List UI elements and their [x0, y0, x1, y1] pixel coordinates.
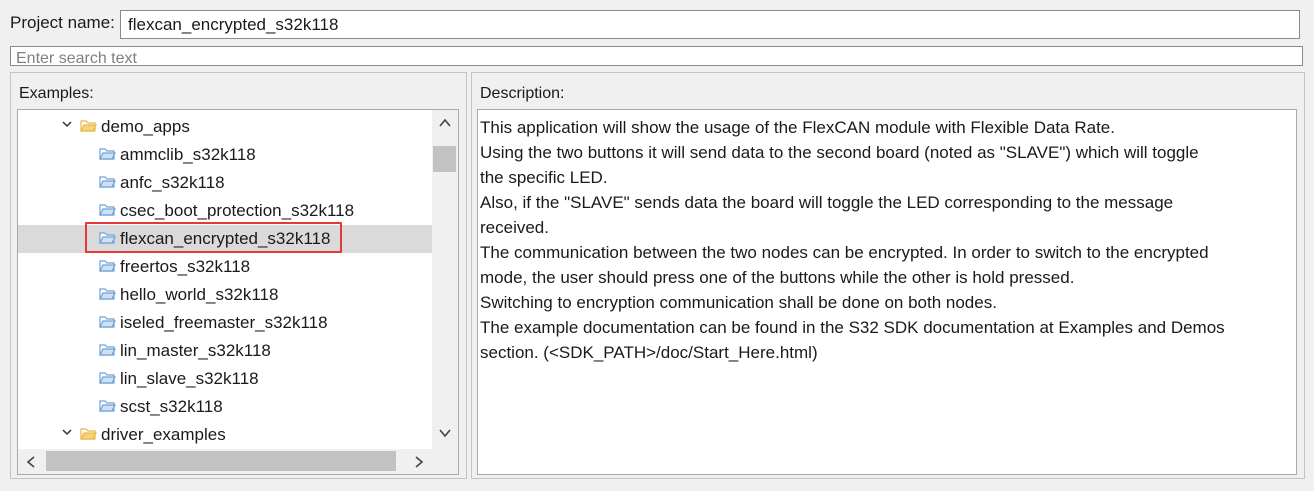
tree-folder-demo_apps[interactable]: demo_apps [18, 113, 433, 141]
project-name-input[interactable]: flexcan_encrypted_s32k118 [120, 10, 1300, 39]
open-folder-icon [80, 428, 97, 440]
tree-item-label: demo_apps [101, 117, 190, 136]
tree-item-label: anfc_s32k118 [120, 173, 225, 192]
tree-item-label: iseled_freemaster_s32k118 [120, 313, 328, 332]
project-folder-icon [99, 204, 116, 216]
selection-highlight-box [85, 222, 342, 253]
scroll-up-icon[interactable] [439, 118, 451, 128]
tree-item-iseled_freemaster_s32k118[interactable]: iseled_freemaster_s32k118 [18, 309, 433, 337]
open-folder-icon [80, 120, 97, 132]
tree-item-anfc_s32k118[interactable]: anfc_s32k118 [18, 169, 433, 197]
tree-item-label: driver_examples [101, 425, 226, 444]
description-line: The example documentation can be found i… [480, 318, 1225, 337]
description-line: section. (<SDK_PATH>/doc/Start_Here.html… [480, 343, 818, 362]
tree-item-label: ammclib_s32k118 [120, 145, 256, 164]
description-text-area[interactable]: This application will show the usage of … [477, 109, 1297, 475]
tree-item-ammclib_s32k118[interactable]: ammclib_s32k118 [18, 141, 433, 169]
tree-item-label: hello_world_s32k118 [120, 285, 279, 304]
tree-item-lin_slave_s32k118[interactable]: lin_slave_s32k118 [18, 365, 433, 393]
description-line: This application will show the usage of … [480, 118, 1115, 137]
tree-item-label: lin_master_s32k118 [120, 341, 271, 360]
description-line: received. [480, 218, 549, 237]
project-folder-icon [99, 176, 116, 188]
tree-item-label: lin_slave_s32k118 [120, 369, 259, 388]
tree-item-csec_boot_protection_s32k118[interactable]: csec_boot_protection_s32k118 [18, 197, 433, 225]
tree-item-freertos_s32k118[interactable]: freertos_s32k118 [18, 253, 433, 281]
tree-item-hello_world_s32k118[interactable]: hello_world_s32k118 [18, 281, 433, 309]
tree-item-label: scst_s32k118 [120, 397, 223, 416]
project-folder-icon [99, 288, 116, 300]
tree-item-label: csec_boot_protection_s32k118 [120, 201, 355, 220]
examples-label: Examples: [19, 85, 94, 102]
search-placeholder: Enter search text [16, 50, 137, 66]
description-line: Using the two buttons it will send data … [480, 143, 1199, 162]
examples-tree[interactable]: demo_apps ammclib_s32k118 anfc_s32k118csec… [17, 109, 459, 475]
horizontal-scrollbar[interactable] [18, 449, 458, 474]
horizontal-scroll-thumb[interactable] [46, 451, 396, 471]
chevron-down-icon[interactable] [62, 427, 72, 437]
scroll-down-icon[interactable] [439, 428, 451, 438]
description-line: The communication between the two nodes … [480, 243, 1209, 262]
project-folder-icon [99, 148, 116, 160]
tree-folder-driver_examples[interactable]: driver_examples [18, 421, 433, 449]
tree-item-label: freertos_s32k118 [120, 257, 251, 276]
description-line: the specific LED. [480, 168, 608, 187]
tree-item-scst_s32k118[interactable]: scst_s32k118 [18, 393, 433, 421]
description-line: Switching to encryption communication sh… [480, 293, 997, 312]
description-line: mode, the user should press one of the b… [480, 268, 1075, 287]
vertical-scrollbar[interactable] [432, 110, 458, 449]
project-folder-icon [99, 344, 116, 356]
project-folder-icon [99, 260, 116, 272]
chevron-down-icon[interactable] [62, 119, 72, 129]
search-input[interactable]: Enter search text [10, 46, 1303, 66]
project-folder-icon [99, 316, 116, 328]
scroll-left-icon[interactable] [26, 456, 36, 468]
description-label: Description: [480, 85, 565, 102]
tree-item-lin_master_s32k118[interactable]: lin_master_s32k118 [18, 337, 433, 365]
scroll-right-icon[interactable] [414, 456, 424, 468]
project-folder-icon [99, 372, 116, 384]
project-name-label: Project name: [10, 13, 115, 32]
project-folder-icon [99, 400, 116, 412]
vertical-scroll-thumb[interactable] [433, 146, 456, 172]
description-line: Also, if the "SLAVE" sends data the boar… [480, 193, 1174, 212]
